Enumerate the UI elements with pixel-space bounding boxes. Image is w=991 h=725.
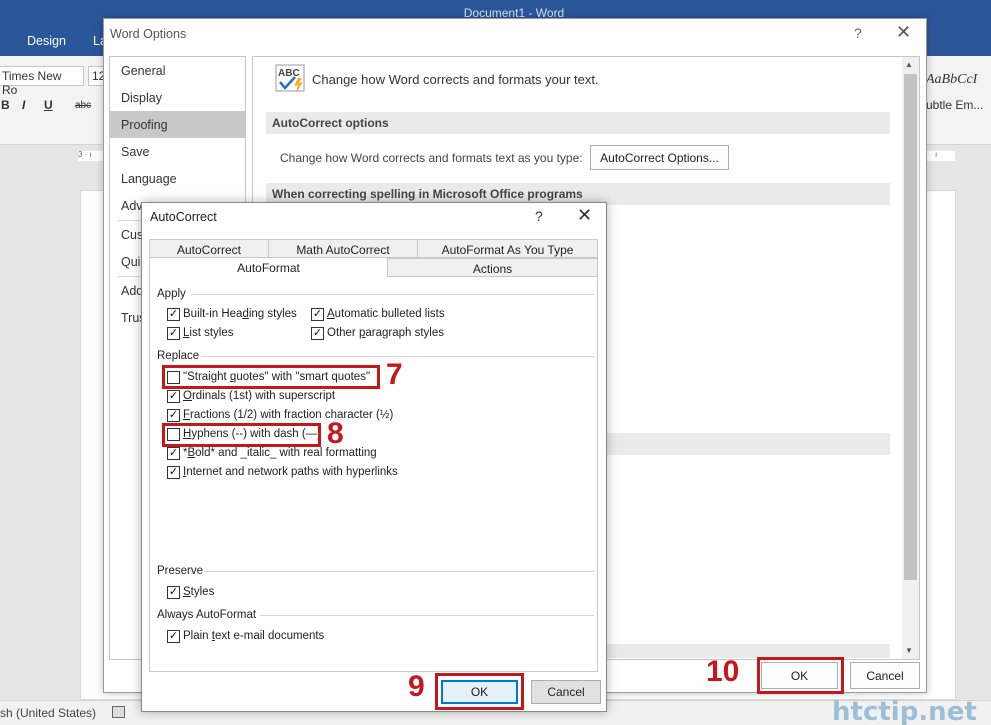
close-icon[interactable]: ✕ — [896, 22, 911, 43]
group-divider — [191, 294, 594, 295]
group-label-replace: Replace — [157, 350, 200, 362]
watermark: htctip.net — [832, 697, 977, 725]
help-icon[interactable]: ? — [854, 25, 862, 41]
tab-autoformat[interactable]: AutoFormat — [149, 257, 388, 278]
group-label-always-autoformat: Always AutoFormat — [157, 609, 257, 621]
callout-number-8: 8 — [327, 417, 344, 450]
autocorrect-options-button[interactable]: AutoCorrect Options... — [590, 145, 729, 170]
bold-button[interactable]: B — [1, 98, 10, 112]
label-list-styles: List styles — [183, 327, 234, 339]
checkbox-list-styles[interactable]: ✓ — [167, 327, 180, 340]
checkbox-ordinals[interactable]: ✓ — [167, 390, 180, 403]
ruler-marks-left: 3 · ı — [78, 150, 92, 159]
group-divider — [260, 615, 594, 616]
nav-item-language[interactable]: Language — [110, 165, 245, 192]
label-builtin-heading: Built-in Heading styles — [183, 308, 297, 320]
label-ordinals: Ordinals (1st) with superscript — [183, 390, 336, 402]
ruler-marks-right: ı — [935, 150, 938, 159]
word-options-cancel-button[interactable]: Cancel — [850, 662, 920, 689]
group-label-preserve: Preserve — [157, 565, 204, 577]
autocorrect-options-label: Change how Word corrects and formats tex… — [280, 151, 583, 165]
label-bold-italic: *Bold* and _italic_ with real formatting — [183, 447, 377, 459]
underline-button[interactable]: U — [44, 98, 53, 112]
status-language[interactable]: sh (United States) — [0, 706, 96, 720]
nav-item-save[interactable]: Save — [110, 138, 245, 165]
group-divider — [201, 356, 594, 357]
label-fractions: Fractions (1/2) with fraction character … — [183, 409, 394, 421]
label-plain-text-email: Plain text e-mail documents — [183, 630, 325, 642]
callout-number-9: 9 — [408, 670, 425, 703]
checkbox-fractions[interactable]: ✓ — [167, 409, 180, 422]
checkbox-other-paragraph[interactable]: ✓ — [311, 327, 324, 340]
label-styles: Styles — [183, 586, 215, 598]
svg-text:ABC: ABC — [278, 68, 300, 79]
word-options-title: Word Options — [110, 27, 187, 41]
italic-button[interactable]: I — [22, 98, 25, 112]
checkbox-builtin-heading[interactable]: ✓ — [167, 308, 180, 321]
nav-item-display[interactable]: Display — [110, 84, 245, 111]
close-icon[interactable]: ✕ — [577, 205, 592, 226]
callout-number-7: 7 — [386, 358, 403, 391]
font-name-box[interactable]: Times New Ro — [0, 66, 84, 97]
tab-math-autocorrect[interactable]: Math AutoCorrect — [268, 239, 418, 258]
strikethrough-button[interactable]: abc — [75, 100, 91, 111]
checkbox-styles[interactable]: ✓ — [167, 586, 180, 599]
autocorrect-cancel-button[interactable]: Cancel — [531, 680, 601, 704]
group-divider — [204, 571, 594, 572]
macro-recording-icon[interactable] — [112, 706, 125, 718]
label-hyperlinks: Internet and network paths with hyperlin… — [183, 466, 398, 478]
label-other-paragraph: Other paragraph styles — [327, 327, 444, 339]
options-scroll-thumb[interactable] — [904, 74, 917, 580]
checkbox-bold-italic[interactable]: ✓ — [167, 447, 180, 460]
ruler-strip-right — [927, 151, 955, 161]
abc-check-icon: ABC — [275, 64, 307, 94]
scroll-up-icon[interactable]: ▲ — [905, 60, 913, 69]
scroll-down-icon[interactable]: ▼ — [905, 646, 913, 655]
callout-box-9 — [435, 673, 524, 710]
style-sample-normal[interactable]: AaBbCcI — [926, 72, 977, 88]
autocorrect-title: AutoCorrect — [150, 210, 217, 224]
help-icon[interactable]: ? — [535, 208, 543, 224]
tab-autocorrect[interactable]: AutoCorrect — [149, 239, 269, 258]
checkbox-plain-text-email[interactable]: ✓ — [167, 630, 180, 643]
checkbox-hyperlinks[interactable]: ✓ — [167, 466, 180, 479]
checkbox-auto-bulleted[interactable]: ✓ — [311, 308, 324, 321]
label-auto-bulleted: Automatic bulleted lists — [327, 308, 445, 320]
style-sample-subtle-emphasis[interactable]: ubtle Em... — [926, 98, 983, 112]
callout-box-10 — [757, 657, 844, 694]
nav-item-proofing[interactable]: Proofing — [110, 111, 245, 138]
callout-box-8 — [162, 423, 321, 447]
section-autocorrect-options: AutoCorrect options — [266, 112, 890, 134]
group-label-apply: Apply — [157, 288, 186, 300]
nav-item-general[interactable]: General — [110, 57, 245, 84]
ribbon-tab-design[interactable]: Design — [27, 34, 66, 48]
tab-actions[interactable]: Actions — [387, 258, 598, 277]
callout-box-7 — [162, 365, 380, 389]
tab-autoformat-as-you-type[interactable]: AutoFormat As You Type — [417, 239, 598, 258]
callout-number-10: 10 — [706, 655, 740, 688]
proofing-heading: Change how Word corrects and formats you… — [312, 72, 599, 87]
